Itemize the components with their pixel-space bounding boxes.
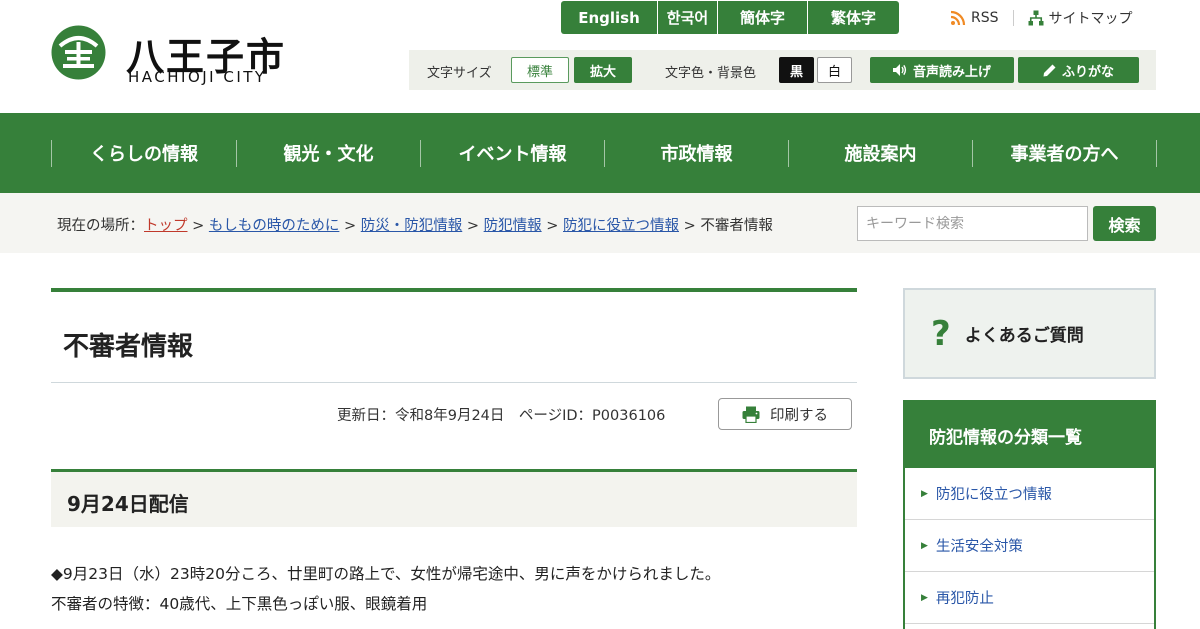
lang-simplified-chinese-button[interactable]: 簡体字 bbox=[718, 1, 808, 34]
nav-item-living[interactable]: くらしの情報 bbox=[52, 113, 236, 193]
lang-korean-button[interactable]: 한국어 bbox=[658, 1, 718, 34]
printer-icon bbox=[742, 406, 760, 423]
color-scheme-label: 文字色・背景色 bbox=[665, 66, 757, 81]
breadcrumb: 現在の場所：トップ > もしもの時のために > 防災・防犯情報 > 防犯情報 >… bbox=[57, 214, 773, 235]
page-title: 不審者情報 bbox=[63, 332, 194, 362]
logo-english-text: HACHIOJI CITY bbox=[128, 68, 267, 86]
breadcrumb-prefix: 現在の場所： bbox=[57, 218, 144, 234]
print-label: 印刷する bbox=[770, 407, 828, 424]
category-item-recidivism-prevention[interactable]: ▶ 再犯防止 bbox=[905, 572, 1154, 624]
nav-item-facilities[interactable]: 施設案内 bbox=[789, 113, 972, 193]
site-logo[interactable]: 八王子市 HACHIOJI CITY bbox=[50, 24, 310, 88]
nav-item-city-government[interactable]: 市政情報 bbox=[605, 113, 788, 193]
breadcrumb-separator: > bbox=[339, 218, 361, 234]
breadcrumb-separator: > bbox=[679, 218, 701, 234]
category-item-label: 生活安全対策 bbox=[935, 539, 1023, 555]
sitemap-icon bbox=[1028, 10, 1044, 26]
nav-divider bbox=[1156, 140, 1157, 167]
print-button[interactable]: 印刷する bbox=[718, 398, 852, 430]
page-header: 不審者情報 bbox=[51, 288, 857, 383]
font-size-enlarge-button[interactable]: 拡大 bbox=[574, 57, 632, 83]
suspect-features: 不審者の特徴：40歳代、上下黒色っぽい服、眼鏡着用 bbox=[51, 595, 428, 613]
furigana-label: ふりがな bbox=[1061, 64, 1114, 80]
site-header: 八王子市 HACHIOJI CITY English 한국어 簡体字 繁体字 R… bbox=[0, 0, 1200, 113]
category-menu: 防犯情報の分類一覧 ▶ 防犯に役立つ情報 ▶ 生活安全対策 ▶ 再犯防止 bbox=[903, 400, 1156, 629]
lang-english-button[interactable]: English bbox=[561, 1, 658, 34]
city-emblem-icon bbox=[51, 25, 106, 80]
font-size-standard-button[interactable]: 標準 bbox=[511, 57, 569, 83]
color-white-button[interactable]: 白 bbox=[817, 57, 852, 83]
read-aloud-button[interactable]: 音声読み上げ bbox=[870, 57, 1014, 83]
breadcrumb-link-crime-prevention[interactable]: 防犯情報 bbox=[484, 218, 542, 234]
breadcrumb-separator: > bbox=[462, 218, 484, 234]
rss-link[interactable]: RSS bbox=[950, 10, 999, 26]
rss-label: RSS bbox=[971, 10, 999, 26]
speaker-icon bbox=[892, 64, 907, 76]
sitemap-link[interactable]: サイトマップ bbox=[1028, 8, 1133, 28]
category-item-label: 再犯防止 bbox=[935, 591, 994, 607]
faq-label: よくあるご質問 bbox=[964, 326, 1084, 346]
category-item-label: 防犯に役立つ情報 bbox=[935, 487, 1052, 503]
keyword-search-input[interactable] bbox=[857, 206, 1088, 241]
nav-item-events[interactable]: イベント情報 bbox=[421, 113, 604, 193]
furigana-button[interactable]: ふりがな bbox=[1018, 57, 1139, 83]
chevron-right-icon: ▶ bbox=[921, 592, 928, 603]
search-button[interactable]: 検索 bbox=[1093, 206, 1156, 241]
sitemap-label: サイトマップ bbox=[1048, 11, 1133, 27]
faq-link[interactable]: ? よくあるご質問 bbox=[903, 288, 1156, 379]
rss-icon bbox=[950, 10, 966, 26]
page-meta: 更新日：令和8年9月24日 ページID：P0036106 bbox=[337, 408, 666, 424]
color-black-button[interactable]: 黒 bbox=[779, 57, 814, 83]
nav-item-business[interactable]: 事業者の方へ bbox=[973, 113, 1156, 193]
pen-icon bbox=[1043, 64, 1056, 76]
question-mark-icon: ? bbox=[931, 313, 951, 354]
read-aloud-label: 音声読み上げ bbox=[912, 64, 991, 80]
util-divider bbox=[1012, 10, 1014, 26]
accessibility-toolbar: 文字サイズ 標準 拡大 文字色・背景色 黒 白 音声読み上げ ふりがな bbox=[409, 50, 1156, 90]
breadcrumb-current: 不審者情報 bbox=[700, 218, 773, 234]
breadcrumb-link-useful-info[interactable]: 防犯に役立つ情報 bbox=[563, 218, 679, 234]
chevron-right-icon: ▶ bbox=[921, 488, 928, 499]
breadcrumb-link-emergency[interactable]: もしもの時のために bbox=[209, 218, 340, 234]
breadcrumb-link-disaster-crime[interactable]: 防災・防犯情報 bbox=[361, 218, 463, 234]
section-title: 9月24日配信 bbox=[67, 492, 189, 516]
incident-description: ◆9月23日（水）23時20分ころ、廿里町の路上で、女性が帰宅途中、男に声をかけ… bbox=[51, 565, 721, 583]
category-item-useful-info[interactable]: ▶ 防犯に役立つ情報 bbox=[905, 468, 1154, 520]
breadcrumb-link-top[interactable]: トップ bbox=[144, 218, 188, 234]
font-size-label: 文字サイズ bbox=[427, 66, 492, 81]
section-header: 9月24日配信 bbox=[51, 469, 857, 527]
main-navigation: くらしの情報 観光・文化 イベント情報 市政情報 施設案内 事業者の方へ bbox=[0, 113, 1200, 193]
lang-traditional-chinese-button[interactable]: 繁体字 bbox=[808, 1, 899, 34]
breadcrumb-separator: > bbox=[541, 218, 563, 234]
chevron-right-icon: ▶ bbox=[921, 540, 928, 551]
nav-item-tourism-culture[interactable]: 観光・文化 bbox=[237, 113, 420, 193]
utility-links: RSS サイトマップ bbox=[950, 8, 1133, 28]
breadcrumb-separator: > bbox=[187, 218, 209, 234]
category-menu-title: 防犯情報の分類一覧 bbox=[905, 402, 1154, 468]
category-item-safety-measures[interactable]: ▶ 生活安全対策 bbox=[905, 520, 1154, 572]
language-switcher: English 한국어 簡体字 繁体字 bbox=[561, 1, 899, 34]
